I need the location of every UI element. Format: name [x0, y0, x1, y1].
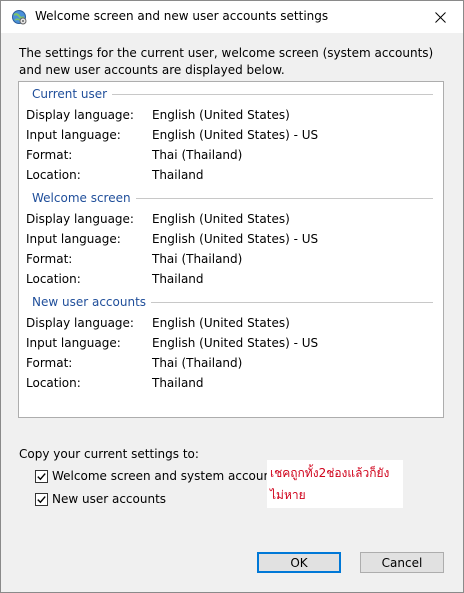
section-title-new-user-accounts: New user accounts	[32, 295, 152, 309]
section-title-welcome-screen: Welcome screen	[32, 191, 136, 205]
new-user-input-language-label: Input language:	[26, 336, 121, 350]
welcome-screen-checkbox-row[interactable]: Welcome screen and system accounts	[35, 468, 282, 484]
welcome-display-language-value: English (United States)	[152, 212, 290, 226]
new-user-location-label: Location:	[26, 376, 81, 390]
welcome-location-label: Location:	[26, 272, 81, 286]
welcome-screen-checkbox[interactable]	[35, 469, 48, 483]
welcome-display-language-label: Display language:	[26, 212, 134, 226]
welcome-format-label: Format:	[26, 252, 73, 266]
welcome-screen-checkbox-label[interactable]: Welcome screen and system accounts	[52, 469, 282, 483]
new-user-display-language-label: Display language:	[26, 316, 134, 330]
new-user-location-value: Thailand	[152, 376, 204, 390]
current-user-display-language-value: English (United States)	[152, 108, 290, 122]
globe-settings-icon	[11, 9, 27, 25]
new-user-accounts-checkbox[interactable]	[35, 492, 48, 506]
new-user-accounts-checkbox-row[interactable]: New user accounts	[35, 491, 166, 507]
intro-text: The settings for the current user, welco…	[19, 46, 434, 77]
close-icon	[434, 11, 446, 23]
new-user-format-value: Thai (Thailand)	[152, 356, 243, 370]
annotation-text: เชคถูกทั้ง2ช่องแล้วก็ยังไม่หาย	[270, 466, 390, 502]
new-user-display-language-value: English (United States)	[152, 316, 290, 330]
section-title-current-user: Current user	[32, 87, 113, 101]
new-user-accounts-checkbox-label[interactable]: New user accounts	[52, 492, 166, 506]
current-user-format-value: Thai (Thailand)	[152, 148, 243, 162]
welcome-format-value: Thai (Thailand)	[152, 252, 243, 266]
current-user-input-language-label: Input language:	[26, 128, 121, 142]
welcome-input-language-label: Input language:	[26, 232, 121, 246]
settings-panel: Current user Display language: English (…	[18, 81, 444, 418]
current-user-format-label: Format:	[26, 148, 73, 162]
window-title: Welcome screen and new user accounts set…	[35, 9, 329, 23]
new-user-input-language-value: English (United States) - US	[152, 336, 319, 350]
close-button[interactable]	[417, 1, 463, 33]
current-user-location-label: Location:	[26, 168, 81, 182]
settings-dialog: Welcome screen and new user accounts set…	[0, 0, 464, 593]
current-user-location-value: Thailand	[152, 168, 204, 182]
new-user-format-label: Format:	[26, 356, 73, 370]
welcome-input-language-value: English (United States) - US	[152, 232, 319, 246]
title-bar: Welcome screen and new user accounts set…	[1, 1, 463, 33]
copy-settings-label: Copy your current settings to:	[19, 447, 199, 461]
checkmark-icon	[37, 495, 46, 503]
current-user-input-language-value: English (United States) - US	[152, 128, 319, 142]
cancel-button[interactable]: Cancel	[360, 552, 444, 573]
annotation-note: เชคถูกทั้ง2ช่องแล้วก็ยังไม่หาย	[267, 460, 403, 508]
welcome-location-value: Thailand	[152, 272, 204, 286]
checkmark-icon	[37, 472, 46, 480]
current-user-display-language-label: Display language:	[26, 108, 134, 122]
ok-button[interactable]: OK	[257, 552, 341, 573]
